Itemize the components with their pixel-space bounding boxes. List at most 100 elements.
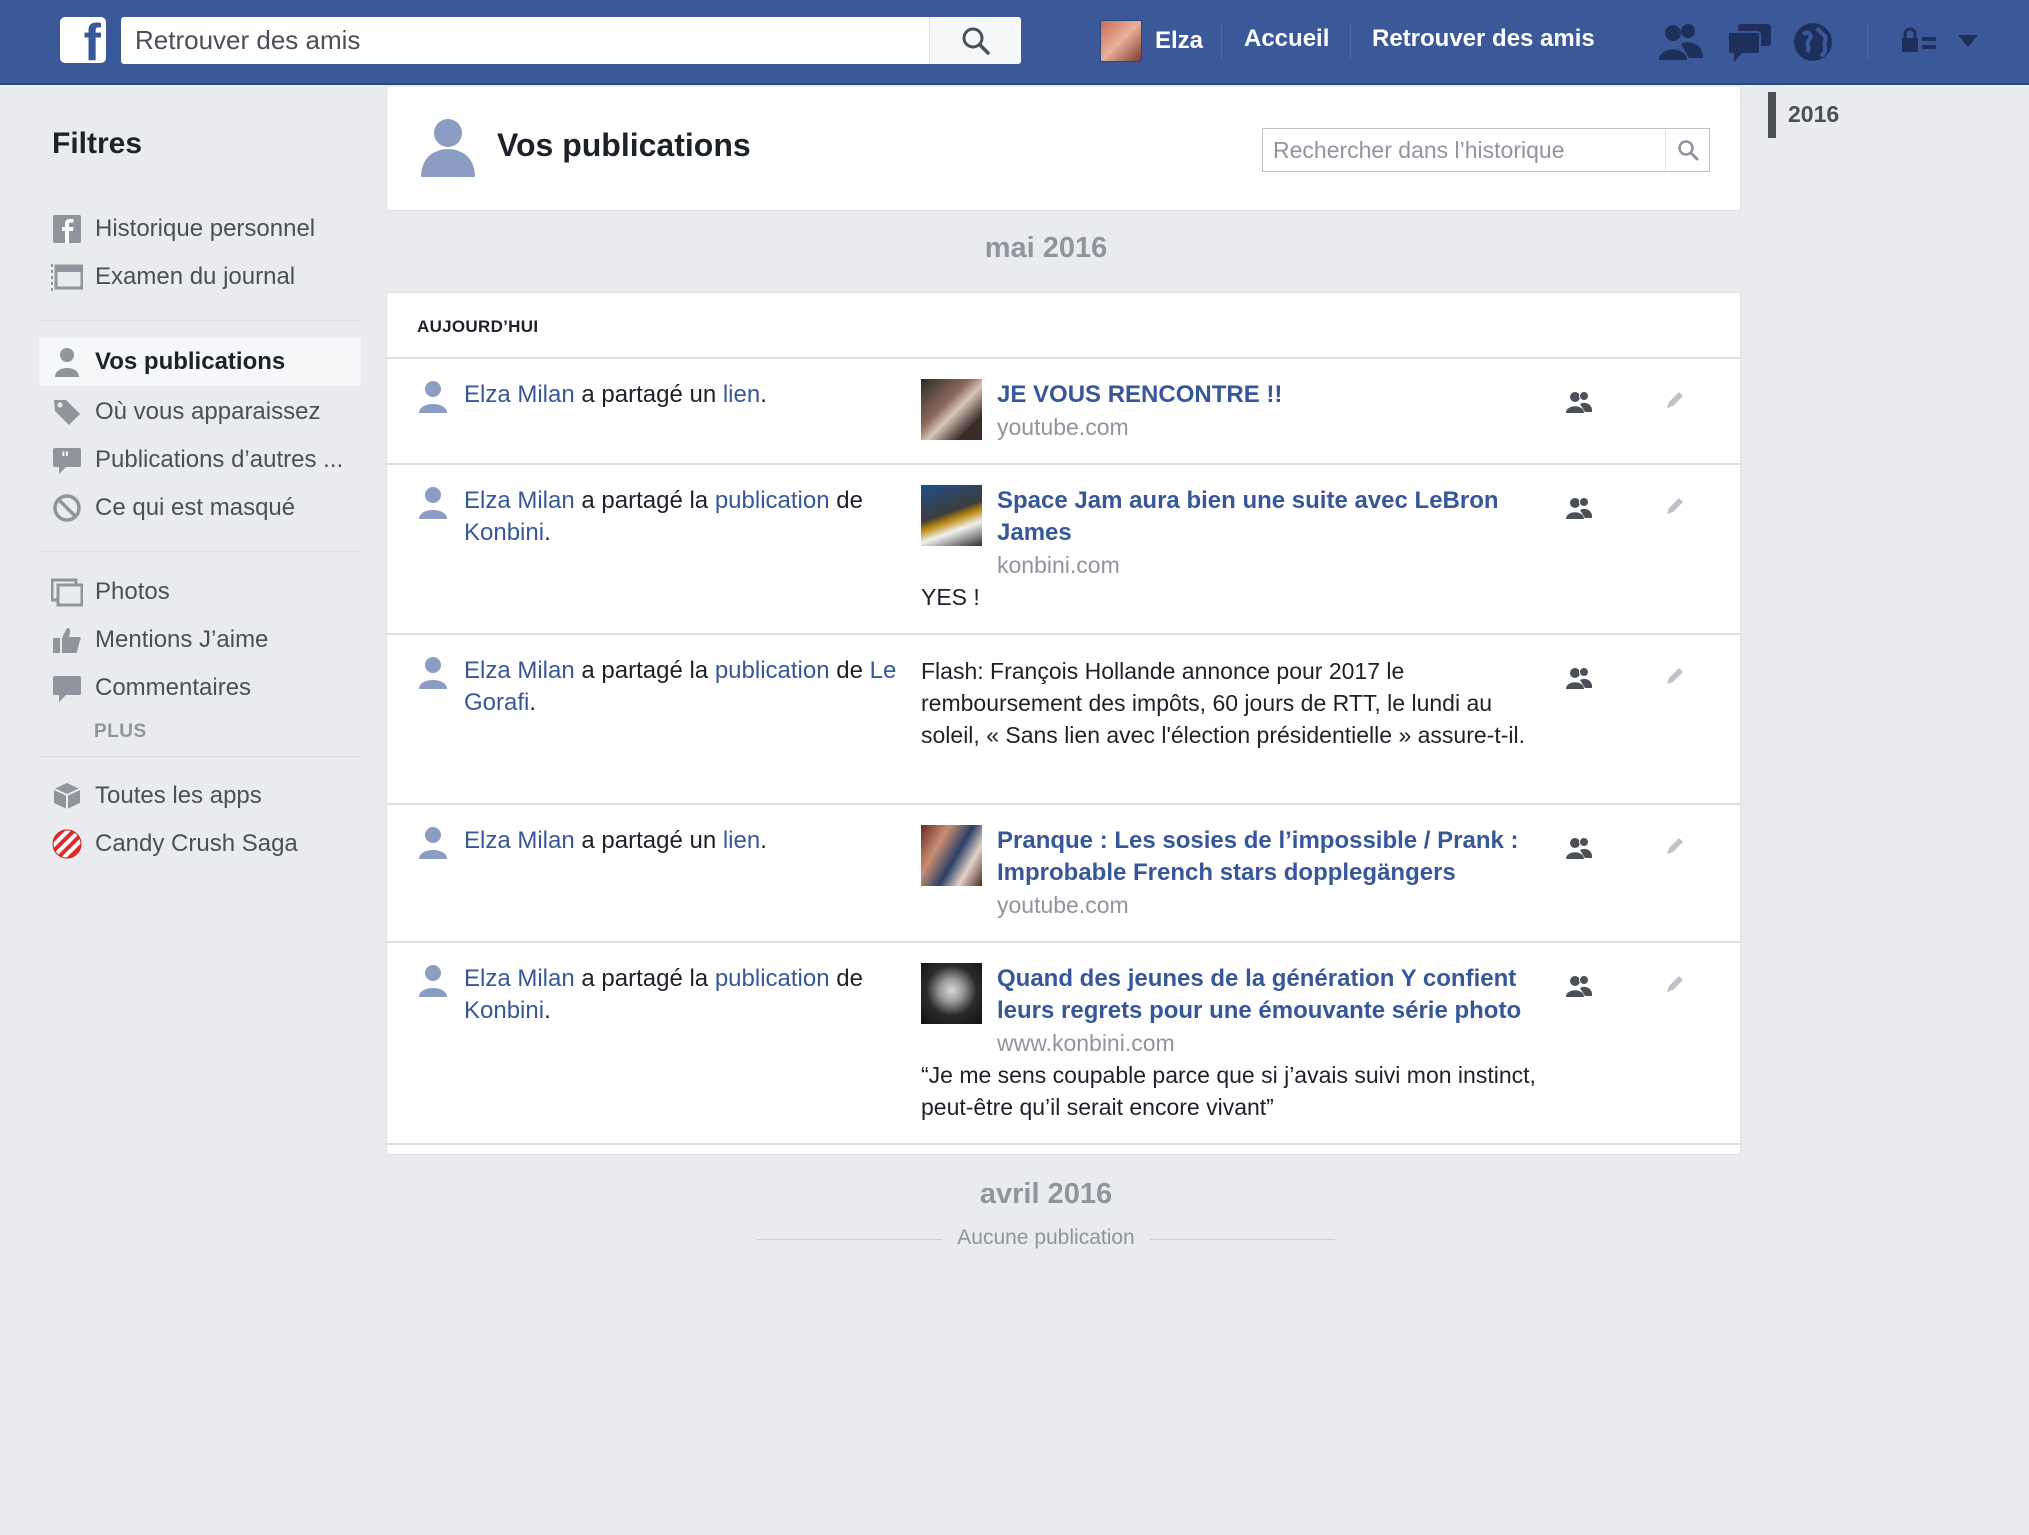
profile-name: Elza [1155,27,1204,54]
sidebar-item-label: Où vous apparaissez [95,398,321,425]
link-title[interactable]: JE VOUS RENCONTRE !! [997,379,1537,411]
person-icon [419,487,447,519]
filters-heading: Filtres [52,127,143,160]
history-search-box [1262,128,1710,172]
activity-preposition: de [829,487,863,514]
timeline-year-link[interactable]: 2016 [1788,101,1839,128]
person-icon [419,657,447,689]
punctuation: . [544,519,551,546]
divider-line [757,1239,942,1240]
month-heading-may: mai 2016 [984,232,1108,264]
apps-cube-icon [51,780,83,812]
history-search-button[interactable] [1665,129,1709,171]
link-thumbnail[interactable] [921,485,982,546]
actor-link[interactable]: Elza Milan [464,487,575,514]
edit-pencil-icon[interactable] [1664,665,1686,687]
sidebar-item-hidden[interactable]: Ce qui est masqué [39,484,361,532]
sidebar-item-candy-crush[interactable]: Candy Crush Saga [39,820,361,868]
person-icon [419,965,447,997]
sidebar-item-activity-log[interactable]: Historique personnel [39,205,361,253]
friends-audience-icon[interactable] [1565,665,1593,691]
activity-description: Elza Milan a partagé un lien. [464,379,904,411]
edit-pencil-icon[interactable] [1664,973,1686,995]
privacy-shortcuts-icon[interactable] [1900,26,1940,58]
edit-pencil-icon[interactable] [1664,835,1686,857]
search-button[interactable] [929,17,1021,64]
link-domain: konbini.com [997,552,1120,578]
thumbs-up-icon [51,624,83,656]
link-thumbnail[interactable] [921,963,982,1024]
friends-audience-icon[interactable] [1565,835,1593,861]
person-silhouette-icon [421,119,475,177]
friends-audience-icon[interactable] [1565,495,1593,521]
link-title[interactable]: Pranque : Les sosies de l’impossible / P… [997,825,1537,889]
month-heading-april: avril 2016 [979,1178,1113,1210]
object-link[interactable]: publication [715,657,830,684]
activity-row: Elza Milan a partagé la publication de K… [387,943,1740,1143]
no-posts-text: Aucune publication [957,1226,1135,1249]
actor-link[interactable]: Elza Milan [464,965,575,992]
sidebar-item-tagged[interactable]: Où vous apparaissez [39,388,361,436]
actor-link[interactable]: Elza Milan [464,827,575,854]
actor-link[interactable]: Elza Milan [464,657,575,684]
sidebar-item-others-posts[interactable]: " Publications d’autres ... [39,436,361,484]
search-input[interactable] [121,17,928,64]
search-icon [962,27,990,55]
sidebar-item-label: Candy Crush Saga [95,830,298,857]
history-search-input[interactable] [1263,129,1667,171]
punctuation: . [760,381,767,408]
profile-link[interactable]: Elza [1100,19,1203,63]
edit-pencil-icon[interactable] [1664,495,1686,517]
timeline-year-marker [1768,92,1776,138]
friends-audience-icon[interactable] [1565,389,1593,415]
actor-link[interactable]: Elza Milan [464,381,575,408]
person-icon [51,346,83,378]
link-thumbnail[interactable] [921,379,982,440]
notifications-globe-icon[interactable] [1791,20,1835,64]
sidebar-item-all-apps[interactable]: Toutes les apps [39,772,361,820]
account-dropdown-icon[interactable] [1956,33,1980,49]
friends-audience-icon[interactable] [1565,973,1593,999]
punctuation: . [544,997,551,1024]
section-label-today: AUJOURD’HUI [417,317,539,336]
friend-requests-icon[interactable] [1657,20,1705,64]
sidebar-item-photos[interactable]: Photos [39,568,361,616]
object-link[interactable]: lien [723,827,760,854]
object-link[interactable]: lien [723,381,760,408]
sidebar-divider [39,320,361,321]
link-domain: youtube.com [997,414,1129,440]
source-link[interactable]: Konbini [464,519,544,546]
activity-preposition: de [829,965,863,992]
object-link[interactable]: publication [715,487,830,514]
nav-divider [1867,24,1868,60]
tag-icon [51,396,83,428]
link-title[interactable]: Space Jam aura bien une suite avec LeBro… [997,485,1537,549]
row-divider [387,1143,1740,1145]
messages-icon[interactable] [1726,20,1774,64]
activity-verb: a partagé la [574,965,715,992]
sidebar-item-timeline-review[interactable]: Examen du journal [39,253,361,301]
sidebar-divider [39,756,361,757]
facebook-logo-icon[interactable]: f [60,17,106,63]
activity-description: Elza Milan a partagé la publication de K… [464,963,904,1027]
post-text: Flash: François Hollande annonce pour 20… [921,658,1525,748]
activity-description: Elza Milan a partagé la publication de K… [464,485,904,549]
sidebar-item-your-posts[interactable]: Vos publications [39,338,361,386]
source-link[interactable]: Konbini [464,997,544,1024]
divider-line [1150,1239,1335,1240]
nav-home-link[interactable]: Accueil [1244,25,1329,53]
sidebar-item-comments[interactable]: Commentaires [39,664,361,712]
sidebar-more-link[interactable]: PLUS [94,721,147,743]
quote-bubble-icon: " [51,444,83,476]
activity-row: Elza Milan a partagé un lien. JE VOUS RE… [387,359,1740,463]
facebook-square-icon [51,213,83,245]
edit-pencil-icon[interactable] [1664,389,1686,411]
sidebar-item-likes[interactable]: Mentions J’aime [39,616,361,664]
nav-find-friends-link[interactable]: Retrouver des amis [1372,25,1595,53]
activity-row: Elza Milan a partagé la publication de K… [387,465,1740,633]
page-title: Vos publications [497,127,751,163]
object-link[interactable]: publication [715,965,830,992]
link-thumbnail[interactable] [921,825,982,886]
sidebar-item-label: Historique personnel [95,215,316,242]
link-title[interactable]: Quand des jeunes de la génération Y conf… [997,963,1537,1027]
